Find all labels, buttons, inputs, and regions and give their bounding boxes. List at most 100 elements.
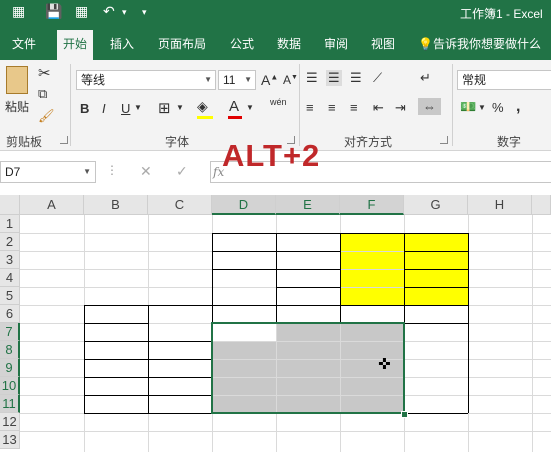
- percent-button[interactable]: %: [492, 100, 504, 115]
- align-left-icon[interactable]: ≡: [306, 100, 314, 115]
- row-header[interactable]: 11: [0, 395, 20, 413]
- italic-button[interactable]: I: [102, 101, 106, 116]
- cancel-icon[interactable]: ✕: [140, 163, 152, 180]
- ribbon-separator: [70, 64, 71, 146]
- increase-indent-icon[interactable]: ⇥: [395, 100, 406, 116]
- align-right-icon[interactable]: ≡: [350, 100, 358, 115]
- font-color-icon[interactable]: A: [229, 98, 239, 115]
- paste-button-label[interactable]: 粘贴: [5, 98, 29, 115]
- cell-border: [404, 287, 468, 288]
- chevron-down-icon[interactable]: ▼: [246, 103, 254, 112]
- column-header[interactable]: A: [20, 195, 84, 215]
- cell-border: [404, 233, 405, 323]
- select-all-corner[interactable]: [0, 195, 20, 215]
- chevron-down-icon[interactable]: ▼: [83, 162, 91, 182]
- cell-border: [276, 233, 277, 323]
- cell-border: [404, 251, 468, 252]
- tab-file[interactable]: 文件: [12, 35, 36, 52]
- customize-qat-icon[interactable]: ▾: [142, 7, 147, 18]
- row-header[interactable]: 6: [0, 305, 20, 323]
- number-format-combo[interactable]: 常规: [457, 70, 551, 90]
- copy-icon[interactable]: ⧉: [38, 86, 47, 102]
- fill-color-icon[interactable]: ◈: [197, 98, 208, 115]
- tab-formulas[interactable]: 公式: [230, 35, 254, 52]
- tab-review[interactable]: 审阅: [324, 35, 348, 52]
- align-bottom-icon[interactable]: ☰: [350, 70, 362, 86]
- number-format-value: 常规: [462, 73, 487, 87]
- cell-border: [340, 233, 341, 323]
- row-header[interactable]: 1: [0, 215, 20, 233]
- cell-border: [84, 305, 85, 413]
- fill-handle[interactable]: [401, 411, 408, 418]
- font-size-combo[interactable]: 11 ▼: [218, 70, 256, 90]
- cut-icon[interactable]: ✂: [38, 64, 51, 82]
- fill-color-swatch: [197, 116, 213, 119]
- group-label-alignment: 对齐方式: [344, 135, 393, 149]
- currency-icon[interactable]: 💵: [460, 99, 476, 115]
- row-header[interactable]: 8: [0, 341, 20, 359]
- row-header[interactable]: 7: [0, 323, 20, 341]
- chevron-down-icon[interactable]: ▼: [478, 103, 486, 112]
- ribbon-separator: [299, 64, 300, 146]
- column-header[interactable]: D: [212, 195, 276, 215]
- group-label-clipboard: 剪贴板: [6, 135, 43, 149]
- more-icon: ⋮: [106, 163, 118, 177]
- tab-view[interactable]: 视图: [371, 35, 395, 52]
- row-header[interactable]: 13: [0, 431, 20, 449]
- column-header[interactable]: [532, 195, 551, 215]
- undo-icon[interactable]: ↶: [103, 3, 115, 20]
- cell-border: [468, 323, 469, 413]
- alignment-launcher-icon[interactable]: [440, 136, 448, 144]
- row-header[interactable]: 3: [0, 251, 20, 269]
- decrease-indent-icon[interactable]: ⇤: [373, 100, 384, 116]
- enter-icon[interactable]: ✓: [176, 163, 188, 180]
- merge-center-icon[interactable]: ⇔: [418, 98, 441, 115]
- quick-access-icon[interactable]: ▦: [75, 3, 88, 20]
- column-header[interactable]: E: [276, 195, 340, 215]
- row-header[interactable]: 5: [0, 287, 20, 305]
- tab-page-layout[interactable]: 页面布局: [158, 35, 206, 52]
- orientation-icon[interactable]: ⟋: [373, 70, 382, 86]
- column-header[interactable]: H: [468, 195, 532, 215]
- column-header[interactable]: F: [340, 195, 404, 215]
- align-top-icon[interactable]: ☰: [306, 70, 318, 86]
- chevron-down-icon[interactable]: ▼: [134, 103, 142, 112]
- worksheet-grid[interactable]: A B C D E F G H 1 2 3 4 5 6 7 8 9 10 11 …: [0, 195, 551, 452]
- column-header[interactable]: G: [404, 195, 468, 215]
- window-title: 工作簿1 - Excel: [460, 7, 543, 21]
- shrink-font-icon[interactable]: A▼: [283, 73, 298, 87]
- align-center-icon[interactable]: ≡: [328, 100, 336, 115]
- align-middle-icon[interactable]: ☰: [326, 70, 342, 86]
- ribbon-separator: [452, 64, 453, 146]
- phonetic-icon[interactable]: wén: [270, 97, 287, 107]
- app-grid-icon[interactable]: ▦: [12, 3, 25, 20]
- row-header[interactable]: 10: [0, 377, 20, 395]
- save-icon[interactable]: 💾: [45, 3, 62, 20]
- group-label-font: 字体: [165, 135, 190, 149]
- row-header[interactable]: 4: [0, 269, 20, 287]
- format-painter-icon[interactable]: 🖌: [38, 108, 55, 124]
- undo-dropdown-icon[interactable]: ▾: [122, 7, 127, 18]
- name-box[interactable]: D7 ▼: [0, 161, 96, 183]
- paste-icon[interactable]: [6, 66, 28, 94]
- group-label-number: 数字: [497, 135, 522, 149]
- row-header[interactable]: 9: [0, 359, 20, 377]
- comma-button[interactable]: ,: [516, 98, 520, 116]
- border-icon[interactable]: ⊞: [158, 99, 171, 117]
- row-header[interactable]: 12: [0, 413, 20, 431]
- row-header[interactable]: 2: [0, 233, 20, 251]
- wrap-text-icon[interactable]: ↵: [420, 70, 431, 86]
- underline-button[interactable]: U: [121, 101, 130, 116]
- column-header[interactable]: C: [148, 195, 212, 215]
- column-header[interactable]: B: [84, 195, 148, 215]
- chevron-down-icon[interactable]: ▼: [176, 103, 184, 112]
- grow-font-icon[interactable]: A▲: [261, 72, 278, 88]
- font-name-combo[interactable]: 等线 ▼: [76, 70, 216, 90]
- gridline: [20, 431, 551, 432]
- bold-button[interactable]: B: [80, 101, 89, 116]
- tell-me-box[interactable]: 💡告诉我你想要做什么: [418, 35, 541, 52]
- tab-insert[interactable]: 插入: [110, 35, 134, 52]
- tab-home[interactable]: 开始: [57, 30, 94, 60]
- tab-data[interactable]: 数据: [277, 35, 301, 52]
- clipboard-launcher-icon[interactable]: [60, 136, 68, 144]
